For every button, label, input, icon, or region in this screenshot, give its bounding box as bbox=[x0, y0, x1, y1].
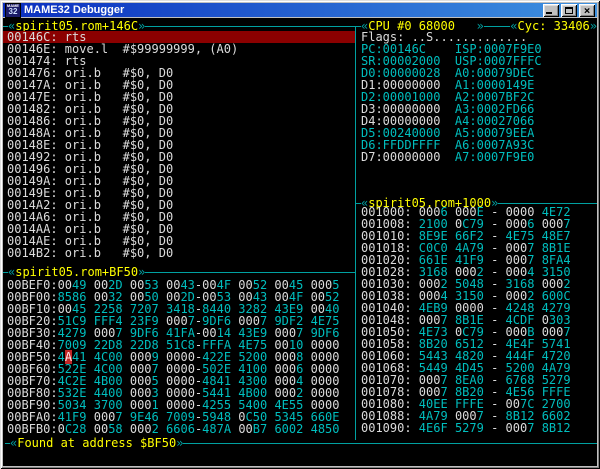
maximize-icon bbox=[565, 7, 573, 14]
minimize-button[interactable] bbox=[543, 4, 559, 17]
memory-right-pane[interactable]: 001000: 0006 000E - 0000 4E72001008: 210… bbox=[356, 206, 597, 434]
debugger-client-area: «spirit05.rom+146C» 00146C: rts00146E: m… bbox=[3, 18, 597, 466]
app-icon[interactable]: MAME 32 bbox=[5, 3, 21, 18]
memory-left-header: «spirit05.rom+BF50» bbox=[3, 266, 355, 278]
guillemet-open: « bbox=[8, 266, 15, 278]
left-column: «spirit05.rom+146C» 00146C: rts00146E: m… bbox=[3, 18, 355, 466]
status-row: «Found at address $BF50» bbox=[3, 437, 597, 449]
rule-line bbox=[498, 203, 597, 204]
guillemet-open: « bbox=[10, 437, 17, 449]
disasm-row[interactable]: 0014B2: ori.b #$0, D0 bbox=[3, 247, 355, 259]
caption-buttons: × bbox=[543, 4, 595, 17]
memory-row[interactable]: 00BFB0:0C28 0058 0002 6606-487A 00B7 600… bbox=[3, 423, 355, 435]
rule-line bbox=[145, 26, 355, 27]
title-bar[interactable]: MAME 32 MAME32 Debugger × bbox=[3, 3, 597, 17]
debugger-window: MAME 32 MAME32 Debugger × «spirit05.rom+… bbox=[0, 0, 600, 469]
rule-line bbox=[145, 272, 355, 273]
disasm-pane[interactable]: 00146C: rts00146E: move.l #$99999999, (A… bbox=[3, 31, 355, 259]
minimize-icon bbox=[546, 12, 552, 14]
memory-left-pane[interactable]: 00BEF0:0049 002D 0053 0043-004F 0052 004… bbox=[3, 279, 355, 435]
register-pane: Flags: ..S.............PC:00146C ISP:000… bbox=[356, 31, 597, 163]
guillemet-close: » bbox=[176, 437, 183, 449]
rule-line bbox=[484, 26, 510, 27]
guillemet-close: » bbox=[138, 266, 145, 278]
register-row: D7:00000000 A7:0007F9E0 bbox=[356, 151, 597, 163]
close-button[interactable]: × bbox=[579, 4, 595, 17]
app-icon-32-text: 32 bbox=[9, 8, 18, 16]
window-title: MAME32 Debugger bbox=[24, 3, 124, 17]
status-text: Found at address $BF50 bbox=[17, 437, 176, 449]
right-column: «CPU #0 68000 »«Cyc: 33406» Flags: ..S..… bbox=[356, 18, 597, 466]
maximize-button[interactable] bbox=[561, 4, 577, 17]
close-icon: × bbox=[584, 5, 591, 16]
memory-row[interactable]: 001090: 4E6F 5279 - 0007 8B12 bbox=[356, 422, 597, 434]
memory-left-header-title: spirit05.rom+BF50 bbox=[15, 266, 138, 278]
rule-line bbox=[183, 443, 597, 444]
